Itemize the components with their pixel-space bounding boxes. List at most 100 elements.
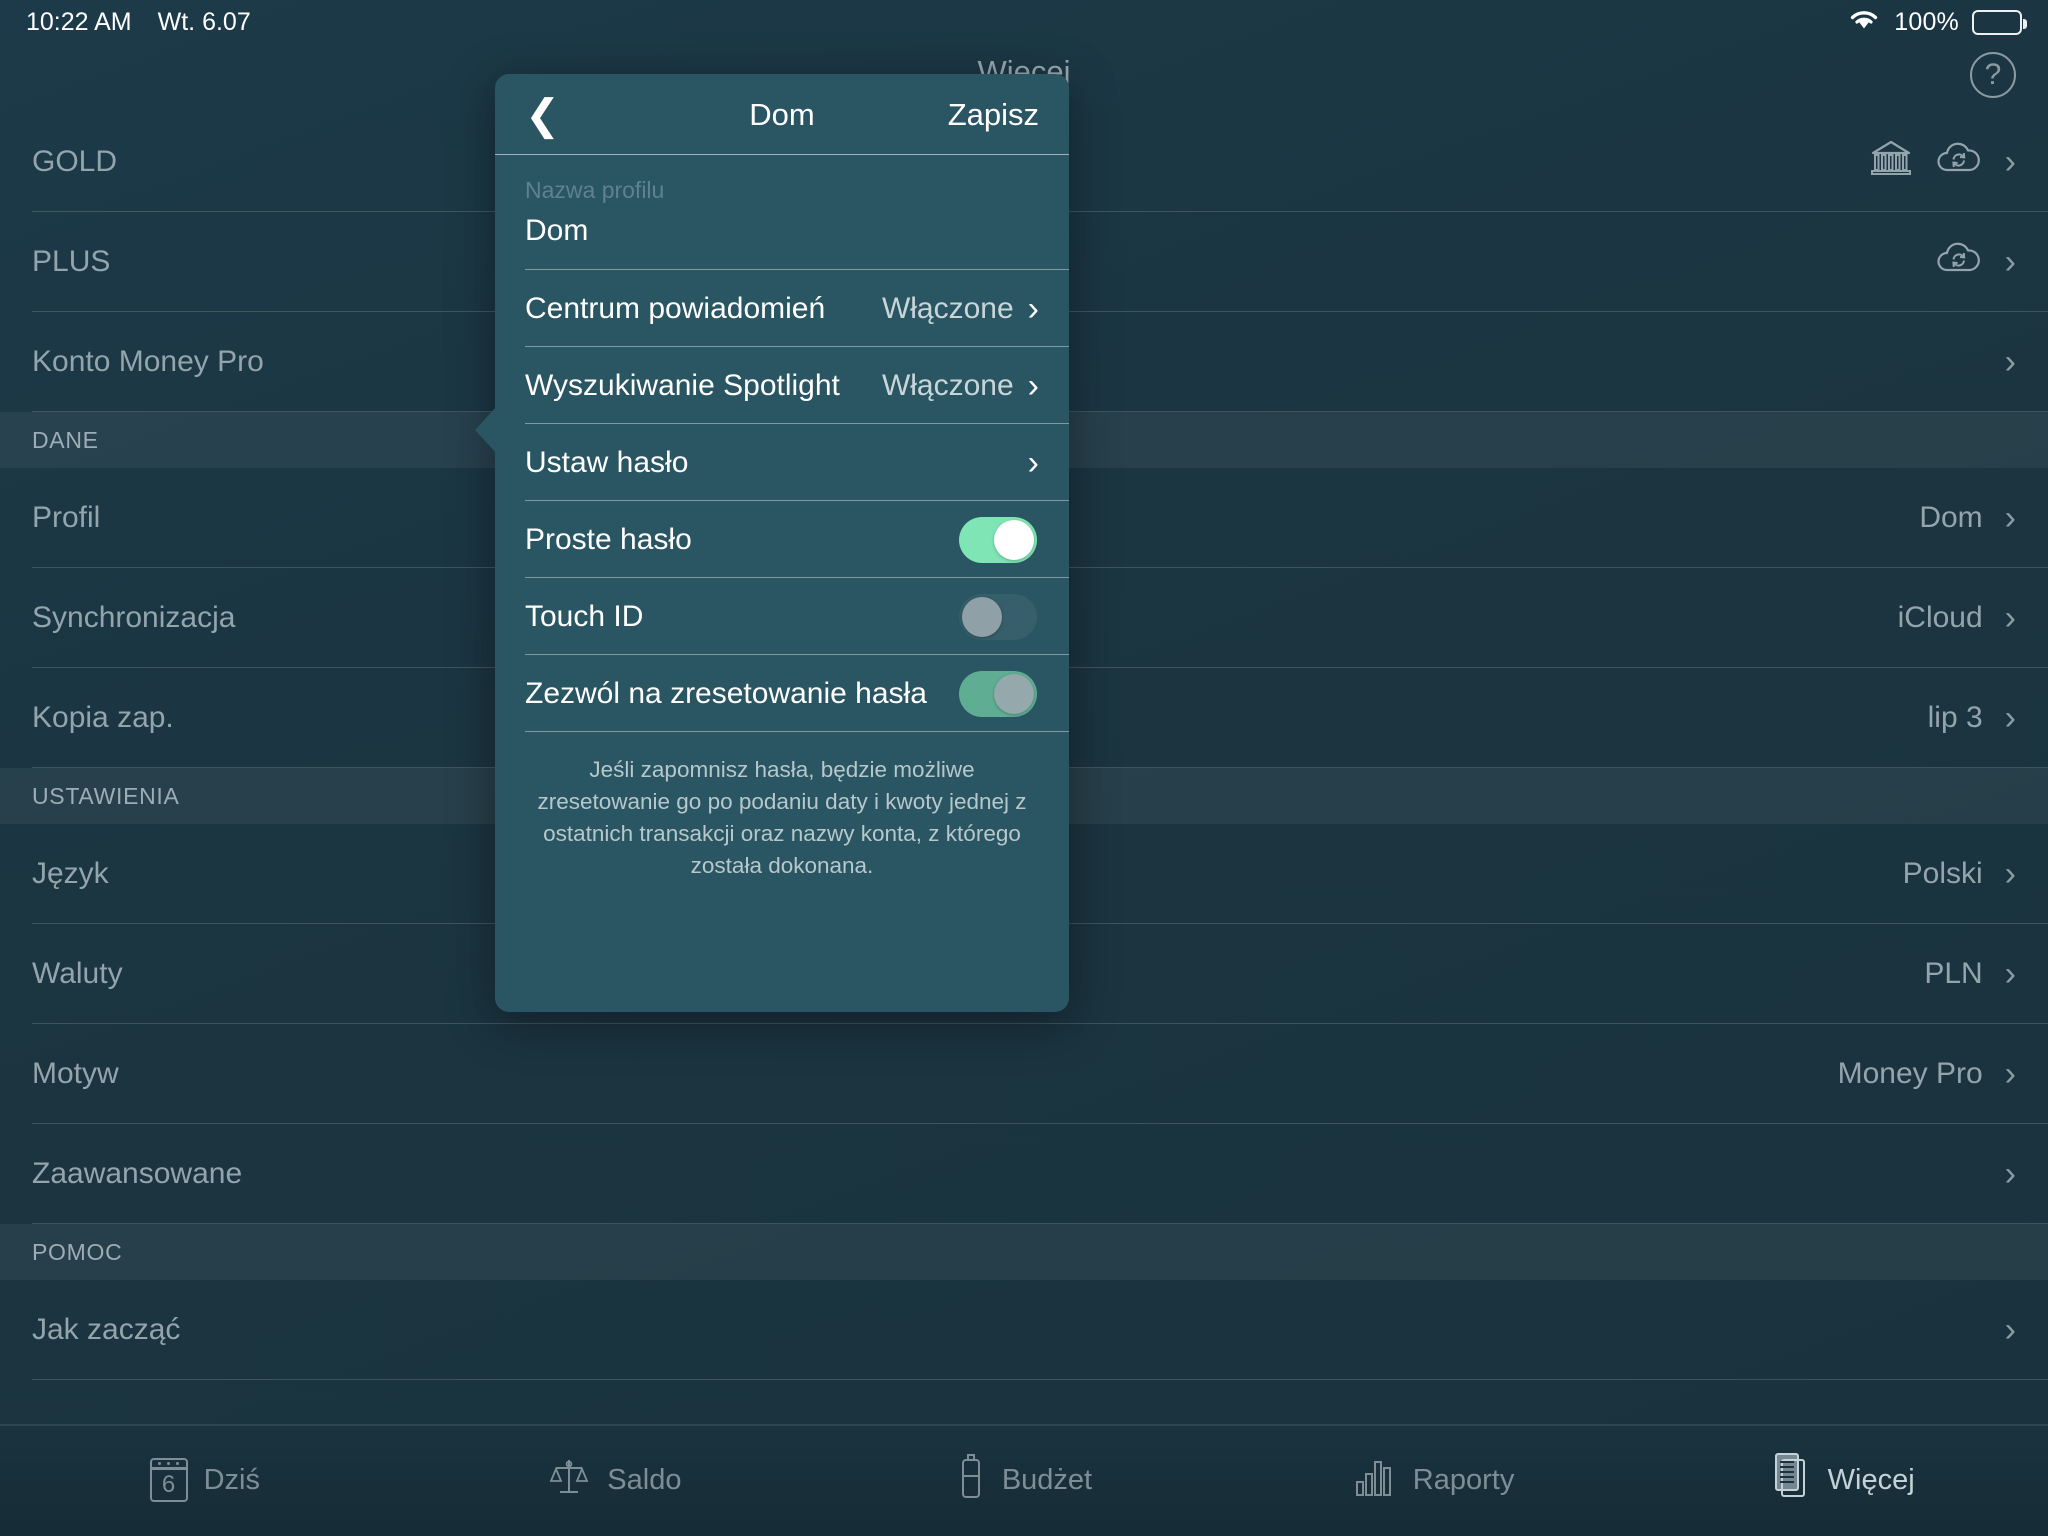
- tab-dzis[interactable]: 6 Dziś: [0, 1458, 410, 1502]
- documents-icon: [1772, 1452, 1812, 1508]
- cloud-sync-icon: [1935, 239, 1983, 285]
- list-item-value: Polski: [1902, 857, 1983, 890]
- chevron-right-icon: ›: [1027, 366, 1039, 405]
- status-bar: 10:22 AM Wt. 6.07 100%: [0, 0, 2048, 44]
- list-item-accessories: ›: [2005, 1157, 2016, 1191]
- chevron-right-icon: ›: [2004, 499, 2016, 537]
- tab-label: Budżet: [1001, 1463, 1093, 1496]
- list-item-accessories: ›: [2005, 1313, 2016, 1347]
- cloud-sync-icon: [1935, 139, 1983, 185]
- scales-icon: [547, 1454, 591, 1506]
- tab-saldo[interactable]: Saldo: [410, 1454, 820, 1506]
- popover-body: Nazwa profilu Dom Centrum powiadomień Wł…: [495, 155, 1069, 882]
- list-item-value: iCloud: [1897, 601, 1983, 634]
- chevron-right-icon: ›: [2004, 699, 2016, 737]
- list-item-accessories: ›: [2005, 345, 2016, 379]
- allow-password-reset-toggle[interactable]: [959, 670, 1037, 717]
- status-bar-right: 100%: [1847, 6, 2027, 38]
- question-circle-icon[interactable]: ?: [1970, 52, 2016, 98]
- popover-row-label: Zezwól na zresetowanie hasła: [525, 676, 927, 710]
- list-item-value: lip 3: [1927, 701, 1983, 734]
- list-item-motyw[interactable]: Motyw Money Pro ›: [0, 1024, 2048, 1124]
- tab-bar: 6 Dziś Saldo Budżet Raporty Więcej: [0, 1424, 2048, 1536]
- list-item-label: Konto Money Pro: [32, 345, 264, 378]
- chevron-right-icon: ›: [2004, 955, 2016, 993]
- list-item-value: PLN: [1924, 957, 1983, 990]
- popover-row-value: Włączone: [881, 291, 1014, 325]
- popover-row-label: Proste hasło: [525, 522, 692, 556]
- list-item-label: Język: [32, 857, 109, 890]
- list-item-label: PLUS: [32, 245, 111, 278]
- popover-row-label: Wyszukiwanie Spotlight: [525, 368, 840, 402]
- popover-row-label: Ustaw hasło: [525, 445, 689, 479]
- status-time: 10:22 AM: [26, 7, 132, 36]
- list-item-accessories: Money Pro ›: [1838, 1057, 2016, 1091]
- chevron-right-icon: ›: [2004, 599, 2016, 637]
- chevron-right-icon: ›: [2004, 243, 2016, 281]
- budget-bottle-icon: [956, 1453, 986, 1507]
- status-date: Wt. 6.07: [157, 7, 251, 36]
- tab-label: Saldo: [607, 1463, 682, 1496]
- list-item-label: Profil: [32, 501, 101, 534]
- tab-budzet[interactable]: Budżet: [819, 1453, 1229, 1507]
- wifi-icon: [1847, 6, 1881, 38]
- list-item-label: GOLD: [32, 145, 118, 178]
- list-item-label: Zaawansowane: [32, 1157, 243, 1190]
- save-button[interactable]: Zapisz: [948, 97, 1039, 133]
- status-bar-left: 10:22 AM Wt. 6.07: [26, 8, 251, 37]
- tab-label: Dziś: [203, 1463, 260, 1496]
- chevron-right-icon: ›: [2004, 1311, 2016, 1349]
- tab-label: Więcej: [1827, 1463, 1915, 1496]
- calendar-day-badge: 6: [161, 1471, 176, 1498]
- battery-full-icon: [1972, 9, 2027, 35]
- list-item-value: Money Pro: [1837, 1057, 1983, 1090]
- profile-name-label: Nazwa profilu: [525, 177, 665, 203]
- battery-percent: 100%: [1894, 7, 1959, 36]
- chevron-right-icon: ›: [2004, 1055, 2016, 1093]
- list-item-accessories: Dom ›: [1919, 501, 2016, 535]
- popover-footnote: Jeśli zapomnisz hasła, będzie możliwe zr…: [537, 757, 1027, 878]
- profile-name-input[interactable]: Dom: [525, 204, 1039, 270]
- chevron-right-icon: ›: [1027, 289, 1039, 328]
- popover-row-allow-password-reset: Zezwól na zresetowanie hasła: [495, 655, 1069, 732]
- chevron-right-icon: ›: [2004, 343, 2016, 381]
- popover-row-label: Touch ID: [525, 599, 644, 633]
- list-item-label: Synchronizacja: [32, 601, 236, 634]
- list-item-accessories: Polski ›: [1903, 857, 2016, 891]
- profile-name-field[interactable]: Nazwa profilu Dom: [495, 155, 1069, 270]
- bar-chart-icon: [1353, 1454, 1397, 1506]
- popover-row-set-password[interactable]: Ustaw hasło ›: [495, 424, 1069, 501]
- calendar-icon: 6: [149, 1458, 188, 1502]
- popover-row-notification-center[interactable]: Centrum powiadomień Włączone ›: [495, 270, 1069, 347]
- bank-icon: [1869, 138, 1913, 186]
- list-item-accessories: lip 3 ›: [1928, 701, 2016, 735]
- popover-header: ❮ Dom Zapisz: [495, 74, 1069, 155]
- list-item-jak-zaczac[interactable]: Jak zacząć ›: [0, 1280, 2048, 1380]
- popover-row-touch-id: Touch ID: [495, 578, 1069, 655]
- tab-raporty[interactable]: Raporty: [1229, 1454, 1639, 1506]
- list-item-accessories: PLN ›: [1924, 957, 2016, 991]
- list-item-value: Dom: [1919, 501, 1983, 534]
- chevron-right-icon: ›: [2004, 143, 2016, 181]
- popover-row-label: Centrum powiadomień: [525, 291, 826, 325]
- list-item-label: Waluty: [32, 957, 123, 990]
- app-screen: 10:22 AM Wt. 6.07 100% Więcej ? GOLD › P…: [0, 0, 2048, 1536]
- popover-row-spotlight-search[interactable]: Wyszukiwanie Spotlight Włączone ›: [495, 347, 1069, 424]
- list-item-accessories: ›: [1869, 138, 2016, 186]
- popover-row-simple-password: Proste hasło: [495, 501, 1069, 578]
- section-header-pomoc: POMOC: [0, 1224, 2048, 1280]
- profile-popover: ❮ Dom Zapisz Nazwa profilu Dom Centrum p…: [495, 74, 1069, 1012]
- list-item-label: Kopia zap.: [32, 701, 174, 734]
- chevron-right-icon: ›: [2004, 1155, 2016, 1193]
- chevron-right-icon: ›: [2004, 855, 2016, 893]
- chevron-right-icon: ›: [1027, 443, 1039, 482]
- tab-label: Raporty: [1412, 1463, 1515, 1496]
- list-item-label: Jak zacząć: [32, 1313, 181, 1346]
- list-item-accessories: iCloud ›: [1898, 601, 2016, 635]
- list-item-zaawansowane[interactable]: Zaawansowane ›: [0, 1124, 2048, 1224]
- tab-wiecej[interactable]: Więcej: [1638, 1452, 2048, 1508]
- list-item-accessories: ›: [1935, 239, 2016, 285]
- simple-password-toggle[interactable]: [959, 516, 1037, 563]
- list-item-label: Motyw: [32, 1057, 119, 1090]
- touch-id-toggle[interactable]: [959, 593, 1037, 640]
